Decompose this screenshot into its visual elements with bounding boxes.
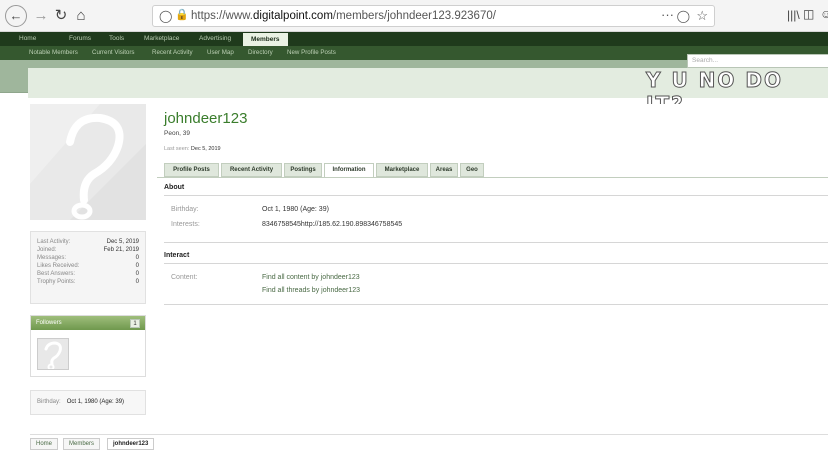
stat-label: Last Activity:: [37, 239, 71, 245]
followers-label: Followers: [36, 320, 62, 326]
section-divider: [164, 263, 828, 264]
tab-forums[interactable]: Forums: [66, 32, 94, 46]
tab-areas[interactable]: Areas: [430, 163, 458, 177]
find-all-content-link[interactable]: Find all content by johndeer123: [262, 274, 360, 281]
tab-postings[interactable]: Postings: [284, 163, 322, 177]
library-icon[interactable]: |||\: [787, 8, 800, 22]
forward-arrow-icon[interactable]: →: [32, 7, 50, 25]
stat-label: Likes Received:: [37, 263, 80, 269]
tab-geo[interactable]: Geo: [460, 163, 484, 177]
member-stats: Last Activity: Dec 5, 2019 Joined: Feb 21,…: [30, 231, 146, 304]
stat-row: Best Answers: 0: [37, 270, 139, 278]
pocket-icon[interactable]: ◯: [677, 9, 690, 23]
url-path: /members/johndeer123.923670/: [332, 10, 496, 22]
profile-user-title: Peon, 39: [164, 130, 191, 137]
birthday-box-value: Oct 1, 1980 (Age: 39): [66, 399, 125, 405]
stat-label: Best Answers:: [37, 271, 76, 277]
tab-tools[interactable]: Tools: [106, 32, 127, 46]
subnav-user-map[interactable]: User Map: [207, 46, 234, 60]
tab-marketplace[interactable]: Marketplace: [141, 32, 182, 46]
field-birthday-label: Birthday:: [171, 206, 199, 213]
stat-value: 0: [135, 263, 139, 269]
bookmark-star-icon[interactable]: ☆: [696, 8, 708, 24]
breadcrumb-home[interactable]: Home: [30, 438, 59, 450]
url-scheme: https://www.: [191, 10, 253, 22]
followers-header[interactable]: Followers 1: [31, 316, 145, 330]
tab-profile-posts[interactable]: Profile Posts: [164, 163, 219, 177]
avatar: [30, 104, 146, 220]
stat-row: Last Activity: Dec 5, 2019: [37, 238, 139, 246]
tab-home[interactable]: Home: [16, 32, 39, 46]
followers-panel: Followers 1: [30, 315, 146, 377]
shield-icon[interactable]: ◯: [159, 9, 172, 23]
top-nav: Home Forums Tools Marketplace Advertisin…: [0, 32, 828, 46]
account-icon[interactable]: ☺: [820, 7, 828, 21]
tab-information[interactable]: Information: [324, 163, 374, 178]
last-seen-label: Last seen:: [164, 146, 190, 152]
tab-marketplace[interactable]: Marketplace: [376, 163, 428, 177]
stat-label: Trophy Points:: [37, 279, 76, 285]
subnav-current-visitors[interactable]: Current Visitors: [92, 46, 135, 60]
reload-icon[interactable]: ↻: [52, 7, 70, 25]
subnav-directory[interactable]: Directory: [248, 46, 273, 60]
url-bar[interactable]: ◯ 🔒 https://www.digitalpoint.com/members…: [152, 5, 715, 27]
stat-value: 0: [135, 255, 139, 261]
subnav-recent-activity[interactable]: Recent Activity: [152, 46, 193, 60]
breadcrumb: Home Members johndeer123: [30, 434, 828, 450]
field-interests-value: 8346758545http://185.62.190.898346758545: [262, 221, 403, 228]
browser-toolbar: ← → ↻ ⌂ ◯ 🔒 https://www.digitalpoint.com…: [0, 0, 828, 32]
section-divider: [164, 242, 828, 243]
breadcrumb-current[interactable]: johndeer123: [107, 438, 155, 450]
lock-icon[interactable]: 🔒: [175, 8, 189, 21]
url-text[interactable]: https://www.digitalpoint.com/members/joh…: [191, 10, 496, 22]
sidebar-icon[interactable]: ◫: [803, 7, 814, 21]
section-interact-heading: Interact: [164, 252, 190, 259]
tabs-divider: [157, 177, 828, 178]
subnav-notable-members[interactable]: Notable Members: [29, 46, 78, 60]
stat-label: Joined:: [37, 247, 57, 253]
breadcrumb-members[interactable]: Members: [63, 438, 101, 450]
url-domain: digitalpoint.com: [253, 10, 333, 22]
stat-row: Messages: 0: [37, 254, 139, 262]
birthday-box: Birthday: Oct 1, 1980 (Age: 39): [30, 390, 146, 415]
stat-label: Messages:: [37, 255, 67, 261]
section-divider: [164, 304, 828, 305]
followers-count-badge: 1: [130, 319, 140, 328]
field-content-label: Content:: [171, 274, 198, 281]
stat-value: Dec 5, 2019: [106, 239, 139, 245]
default-avatar-icon: [44, 341, 62, 369]
field-birthday-value: Oct 1, 1980 (Age: 39): [262, 206, 329, 213]
stat-value: 0: [135, 271, 139, 277]
tab-recent-activity[interactable]: Recent Activity: [221, 163, 282, 177]
tab-members[interactable]: Members: [243, 33, 288, 46]
section-about-heading: About: [164, 184, 185, 191]
stat-value: 0: [135, 279, 139, 285]
last-seen-value: Dec 5, 2019: [190, 146, 221, 152]
search-input[interactable]: Search...: [687, 54, 828, 68]
tab-advertising[interactable]: Advertising: [196, 32, 234, 46]
stat-row: Trophy Points: 0: [37, 278, 139, 286]
page-actions-icon[interactable]: ···: [661, 7, 674, 22]
subnav-new-profile-posts[interactable]: New Profile Posts: [287, 46, 336, 60]
field-interests-label: Interests:: [171, 221, 200, 228]
stat-row: Likes Received: 0: [37, 262, 139, 270]
home-icon[interactable]: ⌂: [72, 7, 90, 25]
last-seen: Last seen: Dec 5, 2019: [164, 146, 221, 152]
default-avatar-question-icon: [30, 104, 146, 220]
profile-username: johndeer123: [164, 110, 248, 127]
back-arrow-icon[interactable]: ←: [5, 5, 27, 27]
section-divider: [164, 195, 828, 196]
find-all-threads-link[interactable]: Find all threads by johndeer123: [262, 287, 360, 294]
birthday-box-label: Birthday:: [37, 399, 61, 405]
stat-value: Feb 21, 2019: [103, 247, 139, 253]
profile-main: [157, 104, 828, 409]
stat-row: Joined: Feb 21, 2019: [37, 246, 139, 254]
follower-avatar[interactable]: [37, 338, 69, 370]
